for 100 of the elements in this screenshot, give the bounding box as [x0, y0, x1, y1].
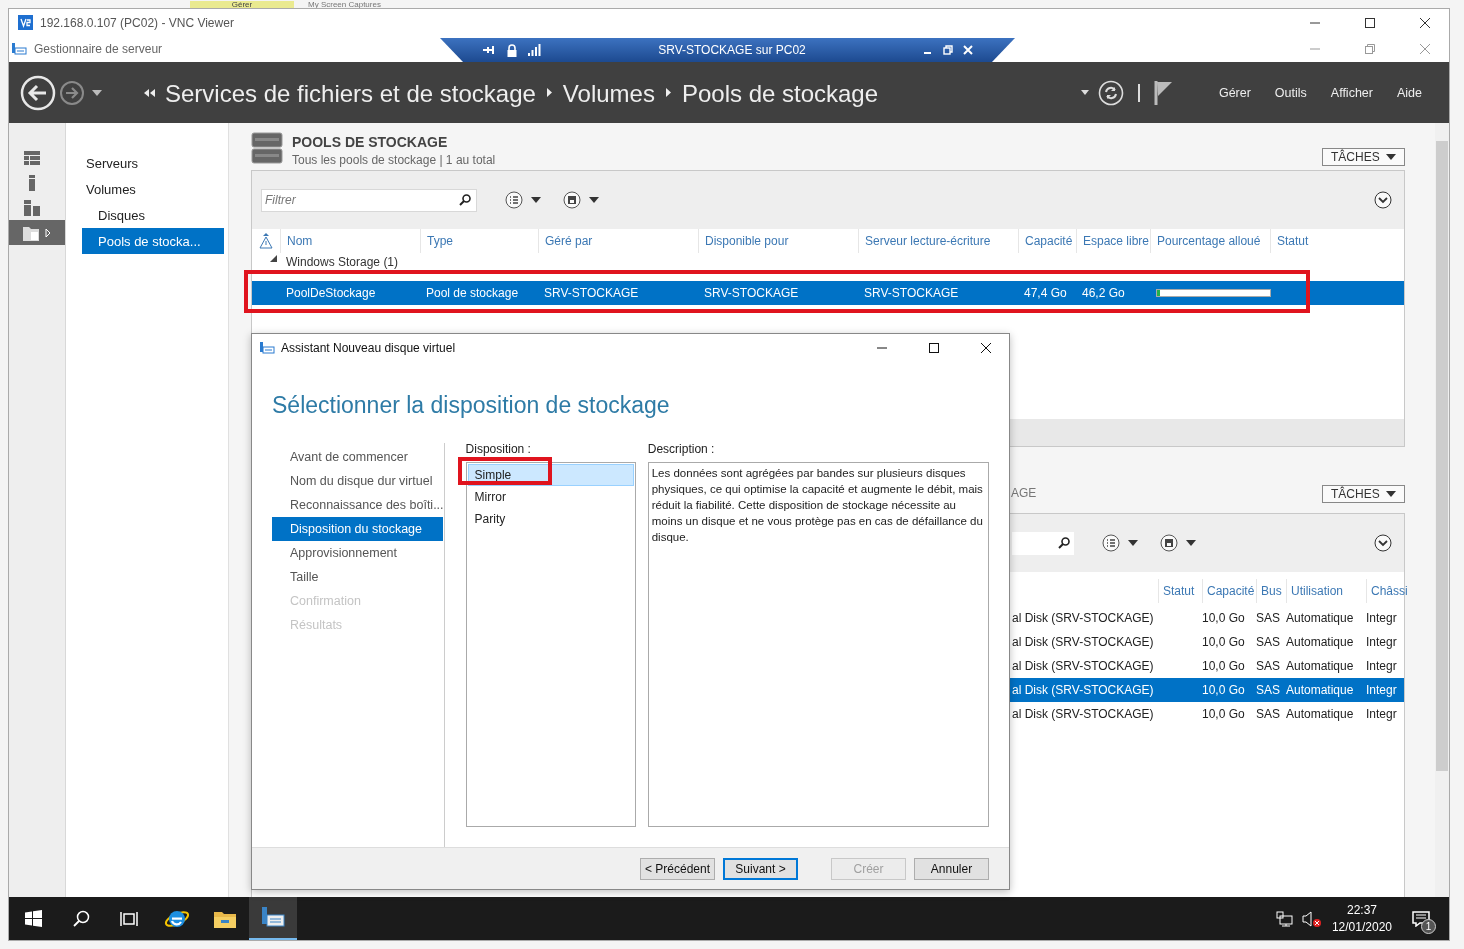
back-button[interactable]: [20, 74, 56, 111]
dialog-button[interactable]: < Précédent: [640, 857, 715, 880]
table-cell-text: Integr: [1366, 659, 1398, 673]
collapse-icon[interactable]: [270, 255, 277, 262]
maximize-icon: [928, 342, 940, 354]
search-icon: [72, 910, 90, 927]
table-cell-text: al Disk (SRV-STOCKAGE): [1012, 659, 1155, 673]
table-cell-text: 10,0 Go: [1202, 635, 1246, 649]
column-header[interactable]: Capacité: [1202, 579, 1256, 603]
field-label: Description :: [647, 442, 716, 455]
column-header[interactable]: Capacité: [1018, 229, 1076, 253]
task-view-icon: [120, 910, 138, 927]
save-options-icon[interactable]: [1160, 534, 1198, 552]
expand-icon[interactable]: [1374, 534, 1392, 552]
restore-icon: [1364, 43, 1376, 55]
expand-icon[interactable]: [1374, 191, 1392, 209]
close-icon[interactable]: [963, 45, 973, 55]
section-title: POOLS DE STOCKAGE: [292, 134, 449, 150]
wizard-step[interactable]: Nom du disque dur virtuel: [272, 468, 444, 493]
breadcrumb-overflow-icon[interactable]: [144, 88, 155, 97]
dropdown-arrow-icon[interactable]: [92, 89, 102, 96]
grid-icon: [24, 150, 40, 165]
list-item[interactable]: Mirror: [467, 485, 634, 508]
menu-item[interactable]: Aide: [1387, 85, 1431, 100]
wizard-step[interactable]: Approvisionnement: [272, 540, 444, 565]
dialog-button[interactable]: Suivant >: [723, 857, 798, 880]
lock-icon[interactable]: [506, 43, 518, 57]
description-text: Les données sont agrégées par bandes sur plusieurs disques physiques, ce qui optimise la capacité et augmente le débit, mais réduit la fiabilité. Cette disposition de stockage nécessite au moins un disque et ne vous protège pas en cas de défaillance du disque.: [650, 465, 984, 545]
rail-item[interactable]: [9, 220, 65, 245]
column-header[interactable]: Disponible pour: [698, 229, 858, 253]
divider-icon: [1137, 83, 1140, 102]
table-cell-text: al Disk (SRV-STOCKAGE): [1012, 683, 1155, 697]
breadcrumb-item[interactable]: Pools de stockage: [681, 77, 879, 108]
column-header[interactable]: Châssi: [1366, 579, 1408, 603]
save-options-icon[interactable]: [563, 191, 601, 209]
list-options-icon[interactable]: [505, 191, 543, 209]
column-header[interactable]: Géré par: [538, 229, 698, 253]
filter-field[interactable]: [1012, 531, 1074, 555]
column-header[interactable]: Pourcentage alloué: [1150, 229, 1270, 253]
menu-item[interactable]: Outils: [1265, 85, 1316, 100]
refresh-icon[interactable]: [1097, 79, 1124, 106]
dialog-heading: Sélectionner la disposition de stockage: [272, 392, 670, 418]
muted-volume-icon[interactable]: [1301, 909, 1322, 928]
warning-sort-icon[interactable]: [259, 233, 273, 249]
table-cell-text: SRV-STOCKAGE: [703, 286, 800, 300]
flag-icon[interactable]: [1153, 79, 1174, 106]
notification-count: 1: [1421, 918, 1436, 934]
column-header[interactable]: Type: [420, 229, 538, 253]
list-options-icon[interactable]: [1102, 534, 1140, 552]
column-header[interactable]: Bus: [1256, 579, 1286, 603]
menu-item[interactable]: Gérer: [1209, 85, 1260, 100]
app-title: Gestionnaire de serveur: [34, 42, 163, 56]
column-header[interactable]: Serveur lecture-écriture: [858, 229, 1018, 253]
wizard-step[interactable]: Avant de commencer: [272, 444, 444, 469]
notifications-button[interactable]: 1: [1406, 903, 1436, 934]
table-cell-text: Automatique: [1286, 635, 1355, 649]
column-header[interactable]: Espace libre: [1076, 229, 1150, 253]
dialog-button[interactable]: Annuler: [914, 857, 989, 880]
table-cell-text: al Disk (SRV-STOCKAGE): [1012, 707, 1155, 721]
table-cell-text: Pool de stockage: [425, 286, 520, 300]
taskbar-item[interactable]: [249, 897, 297, 940]
restore-icon[interactable]: [943, 45, 953, 55]
wizard-step[interactable]: Disposition du stockage: [272, 516, 443, 541]
tasks-button[interactable]: TÂCHES: [1322, 148, 1405, 166]
pin-icon[interactable]: [482, 44, 496, 56]
clock-time[interactable]: 22:37: [1346, 903, 1377, 917]
nav-item[interactable]: Volumes: [66, 176, 224, 202]
tasks-button[interactable]: TÂCHES: [1322, 485, 1405, 503]
column-header[interactable]: Nom: [280, 229, 420, 253]
scrollbar[interactable]: [1435, 123, 1449, 897]
list-item[interactable]: Parity: [467, 507, 634, 530]
breadcrumb-item[interactable]: Volumes: [562, 77, 655, 108]
table-cell-text: SAS: [1256, 707, 1281, 721]
column-header[interactable]: Utilisation: [1286, 579, 1366, 603]
network-icon[interactable]: [1275, 910, 1294, 927]
column-header[interactable]: Statut: [1270, 229, 1312, 253]
column-header[interactable]: Statut: [1158, 579, 1202, 603]
nav-item[interactable]: Disques: [66, 202, 224, 228]
nav-item[interactable]: Serveurs: [66, 150, 224, 176]
forward-button[interactable]: [59, 79, 85, 106]
maximize-icon: [1364, 16, 1376, 29]
search-icon: [1058, 537, 1070, 549]
table-row[interactable]: PoolDeStockage Pool de stockage SRV-STOCKAGE SRV-STOCKAGE SRV-STOCKAGE 47,4 Go 46,2 Go: [252, 281, 1404, 305]
table-cell-text: SRV-STOCKAGE: [863, 286, 960, 300]
signal-icon[interactable]: [528, 44, 541, 56]
clock-date[interactable]: 12/01/2020: [1331, 920, 1392, 934]
breadcrumb-item[interactable]: Services de fichiers et de stockage: [165, 77, 536, 108]
search-icon: [459, 193, 471, 206]
table-cell-text: Automatique: [1286, 659, 1355, 673]
table-cell-text: Automatique: [1286, 611, 1355, 625]
table-cell-text: 47,4 Go: [1023, 286, 1068, 300]
nav-item[interactable]: Pools de stocka...: [82, 228, 224, 254]
table-cell-text: 10,0 Go: [1202, 611, 1246, 625]
dropdown-arrow-icon[interactable]: [1080, 90, 1089, 95]
server-manager-icon: [260, 905, 286, 930]
menu-item[interactable]: Afficher: [1321, 85, 1382, 100]
wizard-step[interactable]: Reconnaissance des boîti...: [272, 492, 444, 517]
filter-field[interactable]: Filtrer: [261, 188, 477, 212]
table-cell-text: SAS: [1256, 683, 1281, 697]
wizard-step[interactable]: Taille: [272, 564, 444, 589]
